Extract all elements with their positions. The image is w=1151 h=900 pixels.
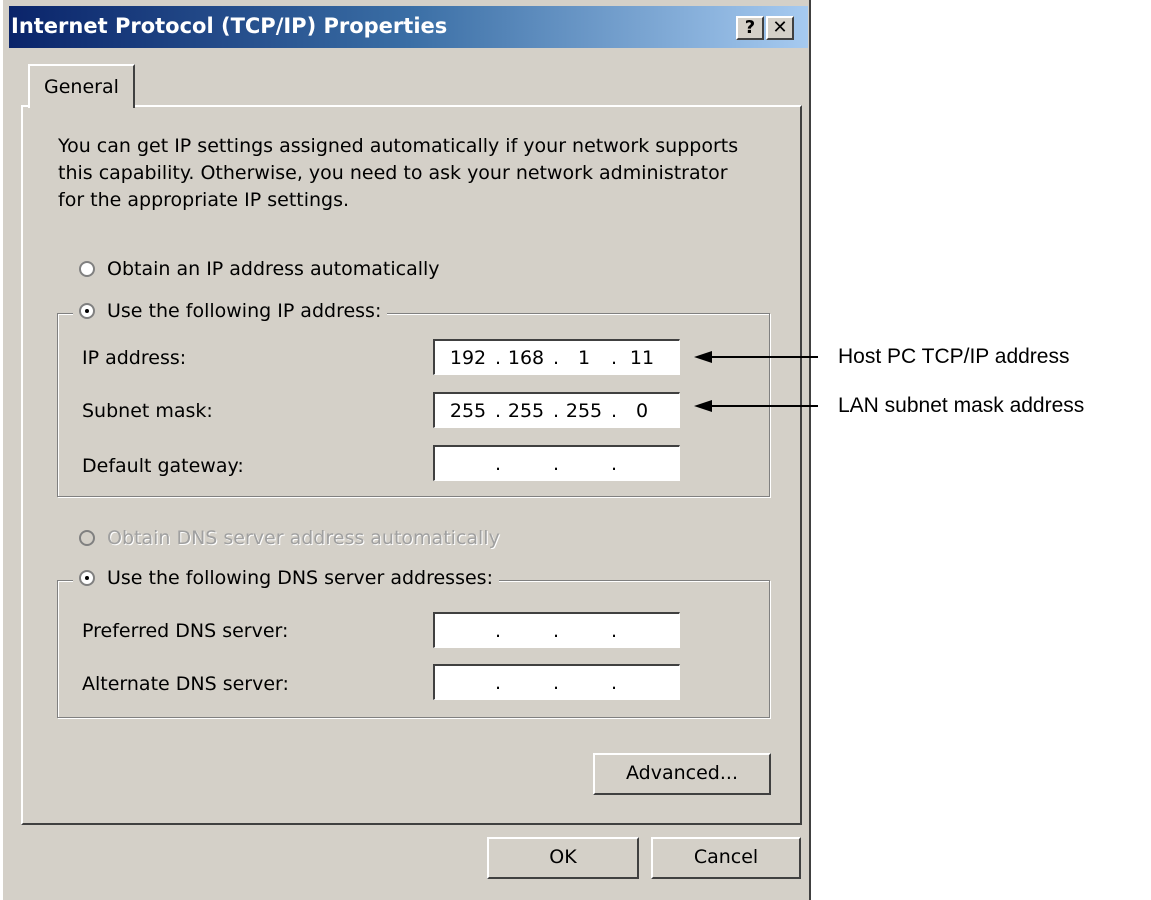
subnet-arrow-head — [694, 400, 712, 412]
alternate-dns-field[interactable]: . . . — [433, 664, 680, 700]
default-gateway-label: Default gateway: — [82, 455, 244, 477]
octet-separator: . — [610, 453, 618, 475]
subnet-octet-4[interactable]: 0 — [621, 400, 663, 422]
ip-octet-2[interactable]: 168 — [505, 347, 547, 369]
help-button[interactable]: ? — [736, 16, 764, 40]
subnet-octet-1[interactable]: 255 — [447, 400, 489, 422]
radio-obtain-ip-auto-indicator[interactable] — [79, 261, 95, 277]
octet-separator: . — [494, 453, 502, 475]
octet-separator: . — [494, 672, 502, 694]
octet-separator: . — [552, 672, 560, 694]
tab-general-label: General — [44, 76, 119, 98]
radio-obtain-dns-auto[interactable]: Obtain DNS server address automatically — [79, 527, 506, 549]
preferred-dns-field[interactable]: . . . — [433, 612, 680, 648]
octet-separator: . — [610, 400, 618, 422]
advanced-button[interactable]: Advanced... — [593, 753, 771, 795]
octet-separator: . — [610, 347, 618, 369]
subnet-octet-2[interactable]: 255 — [505, 400, 547, 422]
octet-separator: . — [494, 400, 502, 422]
subnet-mask-field[interactable]: 255 . 255 . 255 . 0 — [433, 392, 680, 428]
default-gateway-field[interactable]: . . . — [433, 445, 680, 481]
close-button[interactable]: ✕ — [766, 16, 794, 40]
preferred-dns-label: Preferred DNS server: — [82, 620, 289, 642]
window-title: Internet Protocol (TCP/IP) Properties — [11, 14, 448, 38]
radio-use-ip-indicator[interactable] — [79, 303, 95, 319]
octet-separator: . — [552, 453, 560, 475]
tab-general[interactable]: General — [28, 64, 135, 108]
ip-octet-4[interactable]: 11 — [621, 347, 663, 369]
ip-address-label: IP address: — [82, 347, 187, 369]
intro-text: You can get IP settings assigned automat… — [58, 135, 739, 211]
radio-obtain-ip-auto-label: Obtain an IP address automatically — [107, 258, 440, 280]
octet-separator: . — [494, 347, 502, 369]
tcpip-properties-dialog: Internet Protocol (TCP/IP) Properties ? … — [3, 0, 811, 900]
callout-arrows — [694, 351, 818, 412]
octet-separator: . — [610, 672, 618, 694]
ip-octet-1[interactable]: 192 — [447, 347, 489, 369]
subnet-mask-label: Subnet mask: — [82, 400, 213, 422]
octet-separator: . — [494, 620, 502, 642]
ok-button[interactable]: OK — [487, 837, 639, 879]
octet-separator: . — [610, 620, 618, 642]
host-ip-annotation: Host PC TCP/IP address — [838, 345, 1070, 368]
radio-obtain-dns-auto-indicator[interactable] — [79, 530, 95, 546]
alternate-dns-label: Alternate DNS server: — [82, 673, 289, 695]
radio-use-dns-label: Use the following DNS server addresses: — [107, 567, 493, 589]
radio-use-dns[interactable]: Use the following DNS server addresses: — [73, 567, 499, 589]
ip-address-field[interactable]: 192 . 168 . 1 . 11 — [433, 339, 680, 375]
octet-separator: . — [552, 400, 560, 422]
radio-use-dns-indicator[interactable] — [79, 570, 95, 586]
subnet-annotation: LAN subnet mask address — [838, 394, 1085, 417]
radio-use-ip[interactable]: Use the following IP address: — [73, 300, 388, 322]
radio-use-ip-label: Use the following IP address: — [107, 300, 382, 322]
radio-obtain-dns-auto-label: Obtain DNS server address automatically — [107, 527, 500, 549]
cancel-button[interactable]: Cancel — [651, 837, 801, 879]
subnet-octet-3[interactable]: 255 — [563, 400, 605, 422]
title-bar[interactable]: Internet Protocol (TCP/IP) Properties ? … — [9, 6, 808, 48]
ip-octet-3[interactable]: 1 — [563, 347, 605, 369]
octet-separator: . — [552, 347, 560, 369]
host-ip-arrow-head — [694, 351, 712, 363]
octet-separator: . — [552, 620, 560, 642]
radio-obtain-ip-auto[interactable]: Obtain an IP address automatically — [79, 258, 446, 280]
